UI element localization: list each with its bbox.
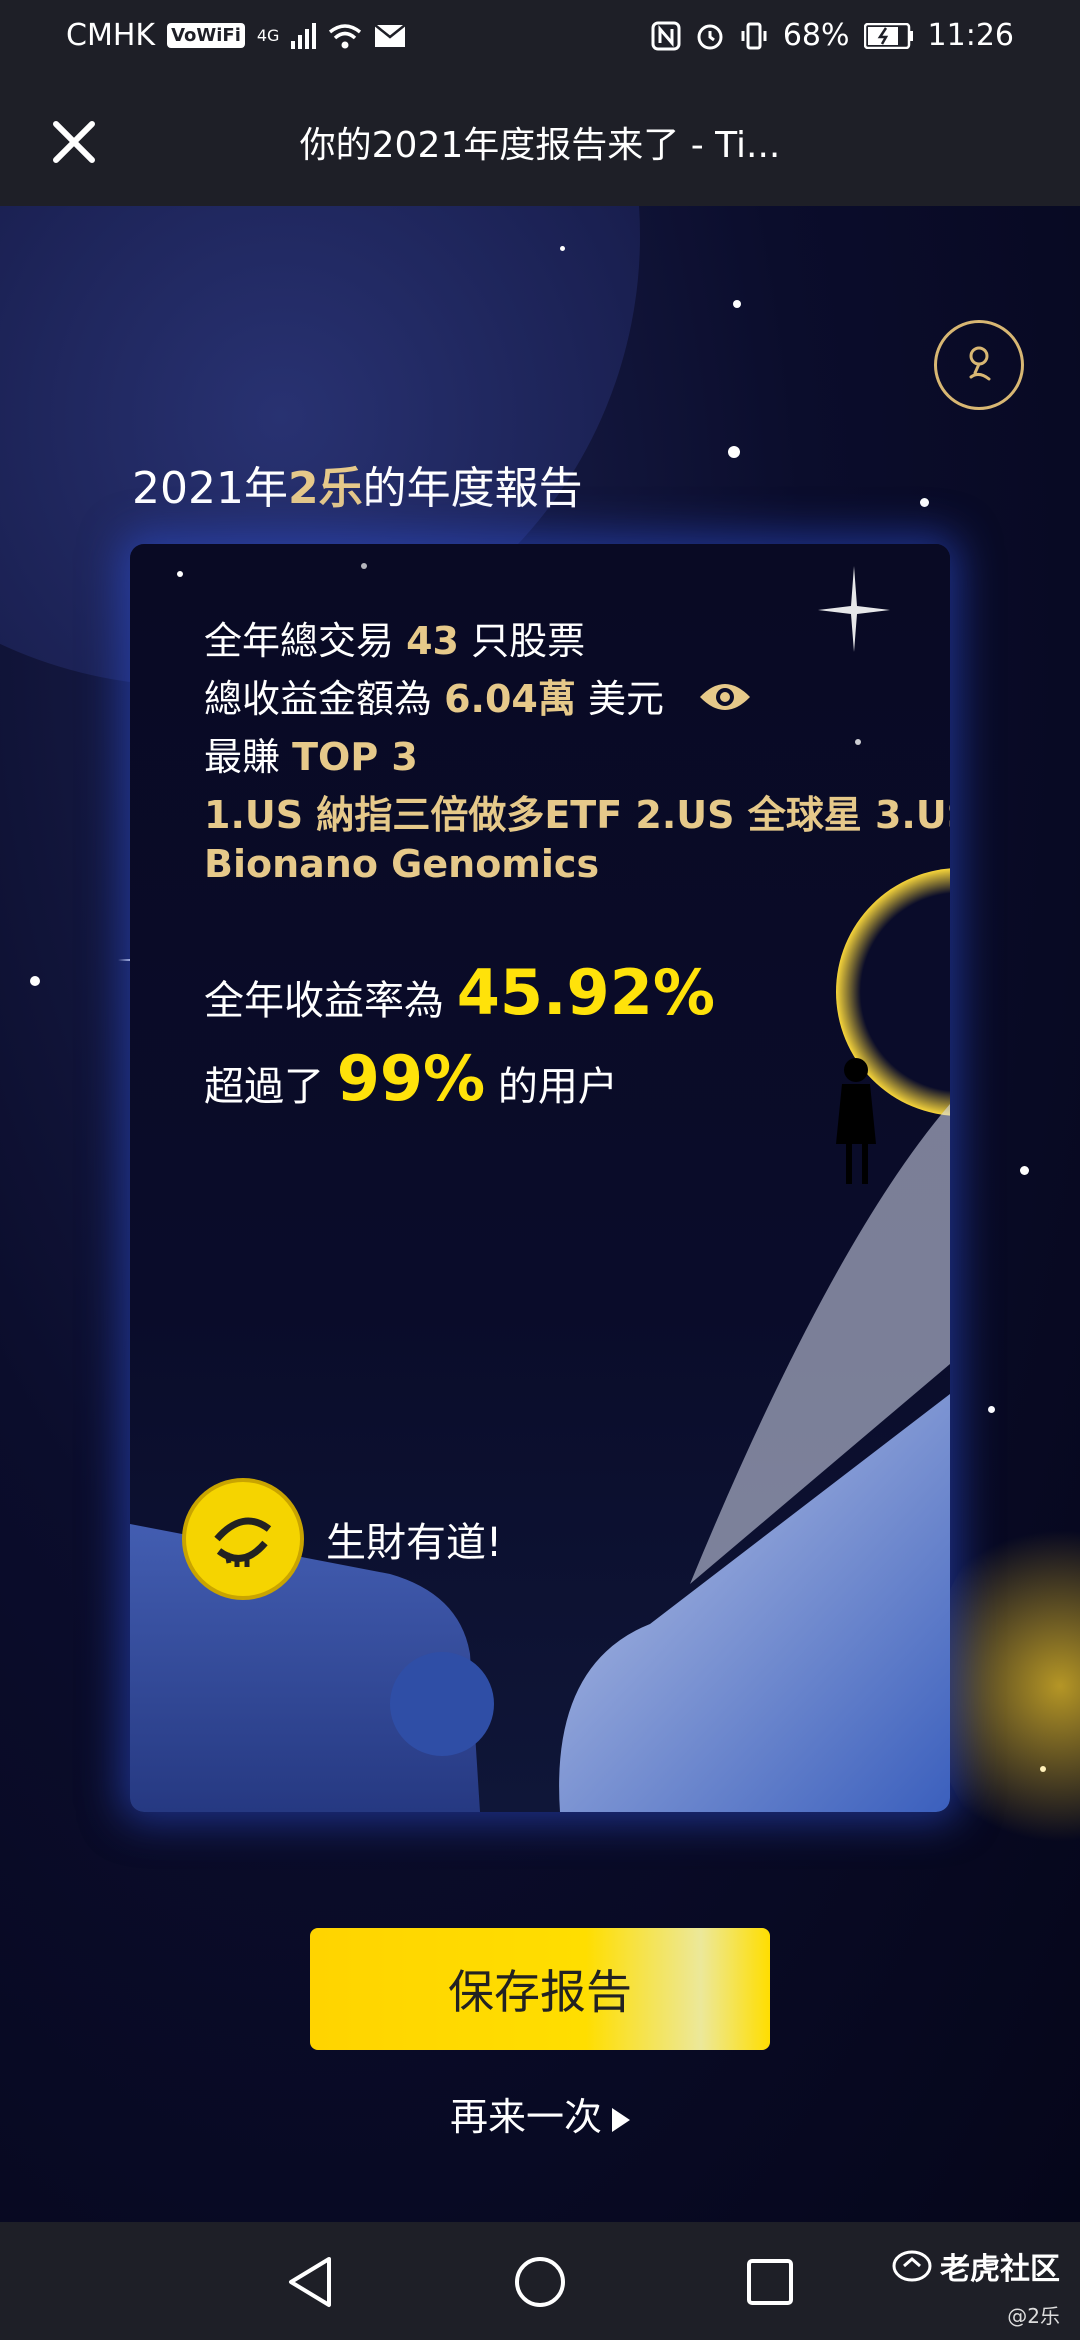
vowifi-badge: VoWiFi xyxy=(167,23,245,48)
tiger-logo-icon xyxy=(892,2250,932,2282)
beat-line: 超過了 99% 的用户 xyxy=(204,1042,618,1115)
status-bar: CMHK VoWiFi 4G 68% 11:26 xyxy=(0,0,1080,78)
recents-button[interactable] xyxy=(740,2252,800,2312)
home-button[interactable] xyxy=(510,2252,570,2312)
title-bar: 你的2021年度报告来了 - Ti... xyxy=(0,78,1080,206)
signal-icon xyxy=(291,22,317,49)
wifi-icon xyxy=(329,23,362,48)
star-decoration xyxy=(30,976,40,986)
slogan-text: 生財有道! xyxy=(326,1520,503,1566)
profit-label: 總收益金額為 xyxy=(204,677,445,721)
play-arrow-icon xyxy=(612,2107,630,2132)
coin-badge xyxy=(182,1478,304,1600)
beat-suffix: 的用户 xyxy=(485,1064,618,1110)
back-button[interactable] xyxy=(280,2252,340,2312)
network-type: 4G xyxy=(256,26,280,45)
try-again-link[interactable]: 再来一次 xyxy=(0,2086,1080,2141)
nfc-icon xyxy=(651,21,681,50)
beat-label: 超過了 xyxy=(204,1064,337,1110)
profit-unit: 美元 xyxy=(575,677,664,721)
close-button[interactable] xyxy=(40,108,108,176)
profile-button[interactable] xyxy=(934,320,1024,410)
status-left: CMHK VoWiFi 4G xyxy=(66,18,407,53)
top3-prefix: 最賺 xyxy=(204,735,293,779)
top3-list-line1: 1.US 納指三倍做多ETF 2.US 全球星 3.US xyxy=(204,793,950,837)
trades-unit: 只股票 xyxy=(458,619,586,663)
top3-label: TOP 3 xyxy=(292,735,418,779)
star-decoration xyxy=(988,1406,995,1413)
star-decoration xyxy=(920,498,929,507)
report-heading: 2021年2乐的年度報告 xyxy=(132,452,583,516)
vibrate-icon xyxy=(741,22,767,49)
coin-icon xyxy=(214,1517,272,1567)
close-icon xyxy=(53,121,95,163)
battery-icon xyxy=(863,22,913,49)
watermark: 老虎社区 xyxy=(892,2244,1060,2288)
page-title: 你的2021年度报告来了 - Ti... xyxy=(299,125,781,166)
user-icon xyxy=(969,346,991,381)
report-scene: 2021年2乐的年度報告 全年總交易 43 只股票 總收益金額為 6.04萬 美… xyxy=(0,206,1080,2222)
recents-icon xyxy=(747,2259,793,2305)
mail-icon xyxy=(374,23,407,47)
status-right: 68% 11:26 xyxy=(651,18,1014,53)
star-decoration xyxy=(1020,1166,1029,1175)
top3-list-line2: Bionano Genomics xyxy=(204,842,600,886)
star-decoration xyxy=(728,446,740,458)
profit-line: 總收益金額為 6.04萬 美元 xyxy=(204,668,752,724)
carrier-label: CMHK xyxy=(66,18,156,53)
return-value: 45.92% xyxy=(456,956,715,1029)
back-icon xyxy=(289,2257,331,2307)
trades-label: 全年總交易 xyxy=(204,619,407,663)
return-label: 全年收益率為 xyxy=(204,978,457,1024)
try-again-label: 再来一次 xyxy=(449,2095,602,2139)
profit-value: 6.04萬 xyxy=(444,677,576,721)
beat-value: 99% xyxy=(336,1042,486,1115)
watermark-brand: 老虎社区 xyxy=(940,2252,1060,2287)
star-decoration xyxy=(733,300,741,308)
alarm-icon xyxy=(697,24,723,49)
heading-year: 2021年 xyxy=(132,463,288,514)
report-card: 全年總交易 43 只股票 總收益金額為 6.04萬 美元 最賺 TOP 3 1.… xyxy=(130,544,950,1812)
eye-icon[interactable] xyxy=(698,679,752,724)
star-decoration xyxy=(560,246,565,251)
trades-line: 全年總交易 43 只股票 xyxy=(204,610,585,665)
save-report-button[interactable]: 保存报告 xyxy=(310,1928,770,2050)
home-icon xyxy=(515,2257,565,2307)
trades-count: 43 xyxy=(406,619,459,663)
heading-username: 2乐 xyxy=(287,463,363,514)
clock: 11:26 xyxy=(927,18,1014,53)
return-line: 全年收益率為 45.92% xyxy=(204,956,715,1029)
heading-suffix: 的年度報告 xyxy=(362,463,583,514)
top3-heading: 最賺 TOP 3 xyxy=(204,726,418,781)
watermark-user: @2乐 xyxy=(1007,2304,1060,2328)
yellow-glow xyxy=(930,1506,1080,1866)
battery-percent: 68% xyxy=(782,18,850,53)
